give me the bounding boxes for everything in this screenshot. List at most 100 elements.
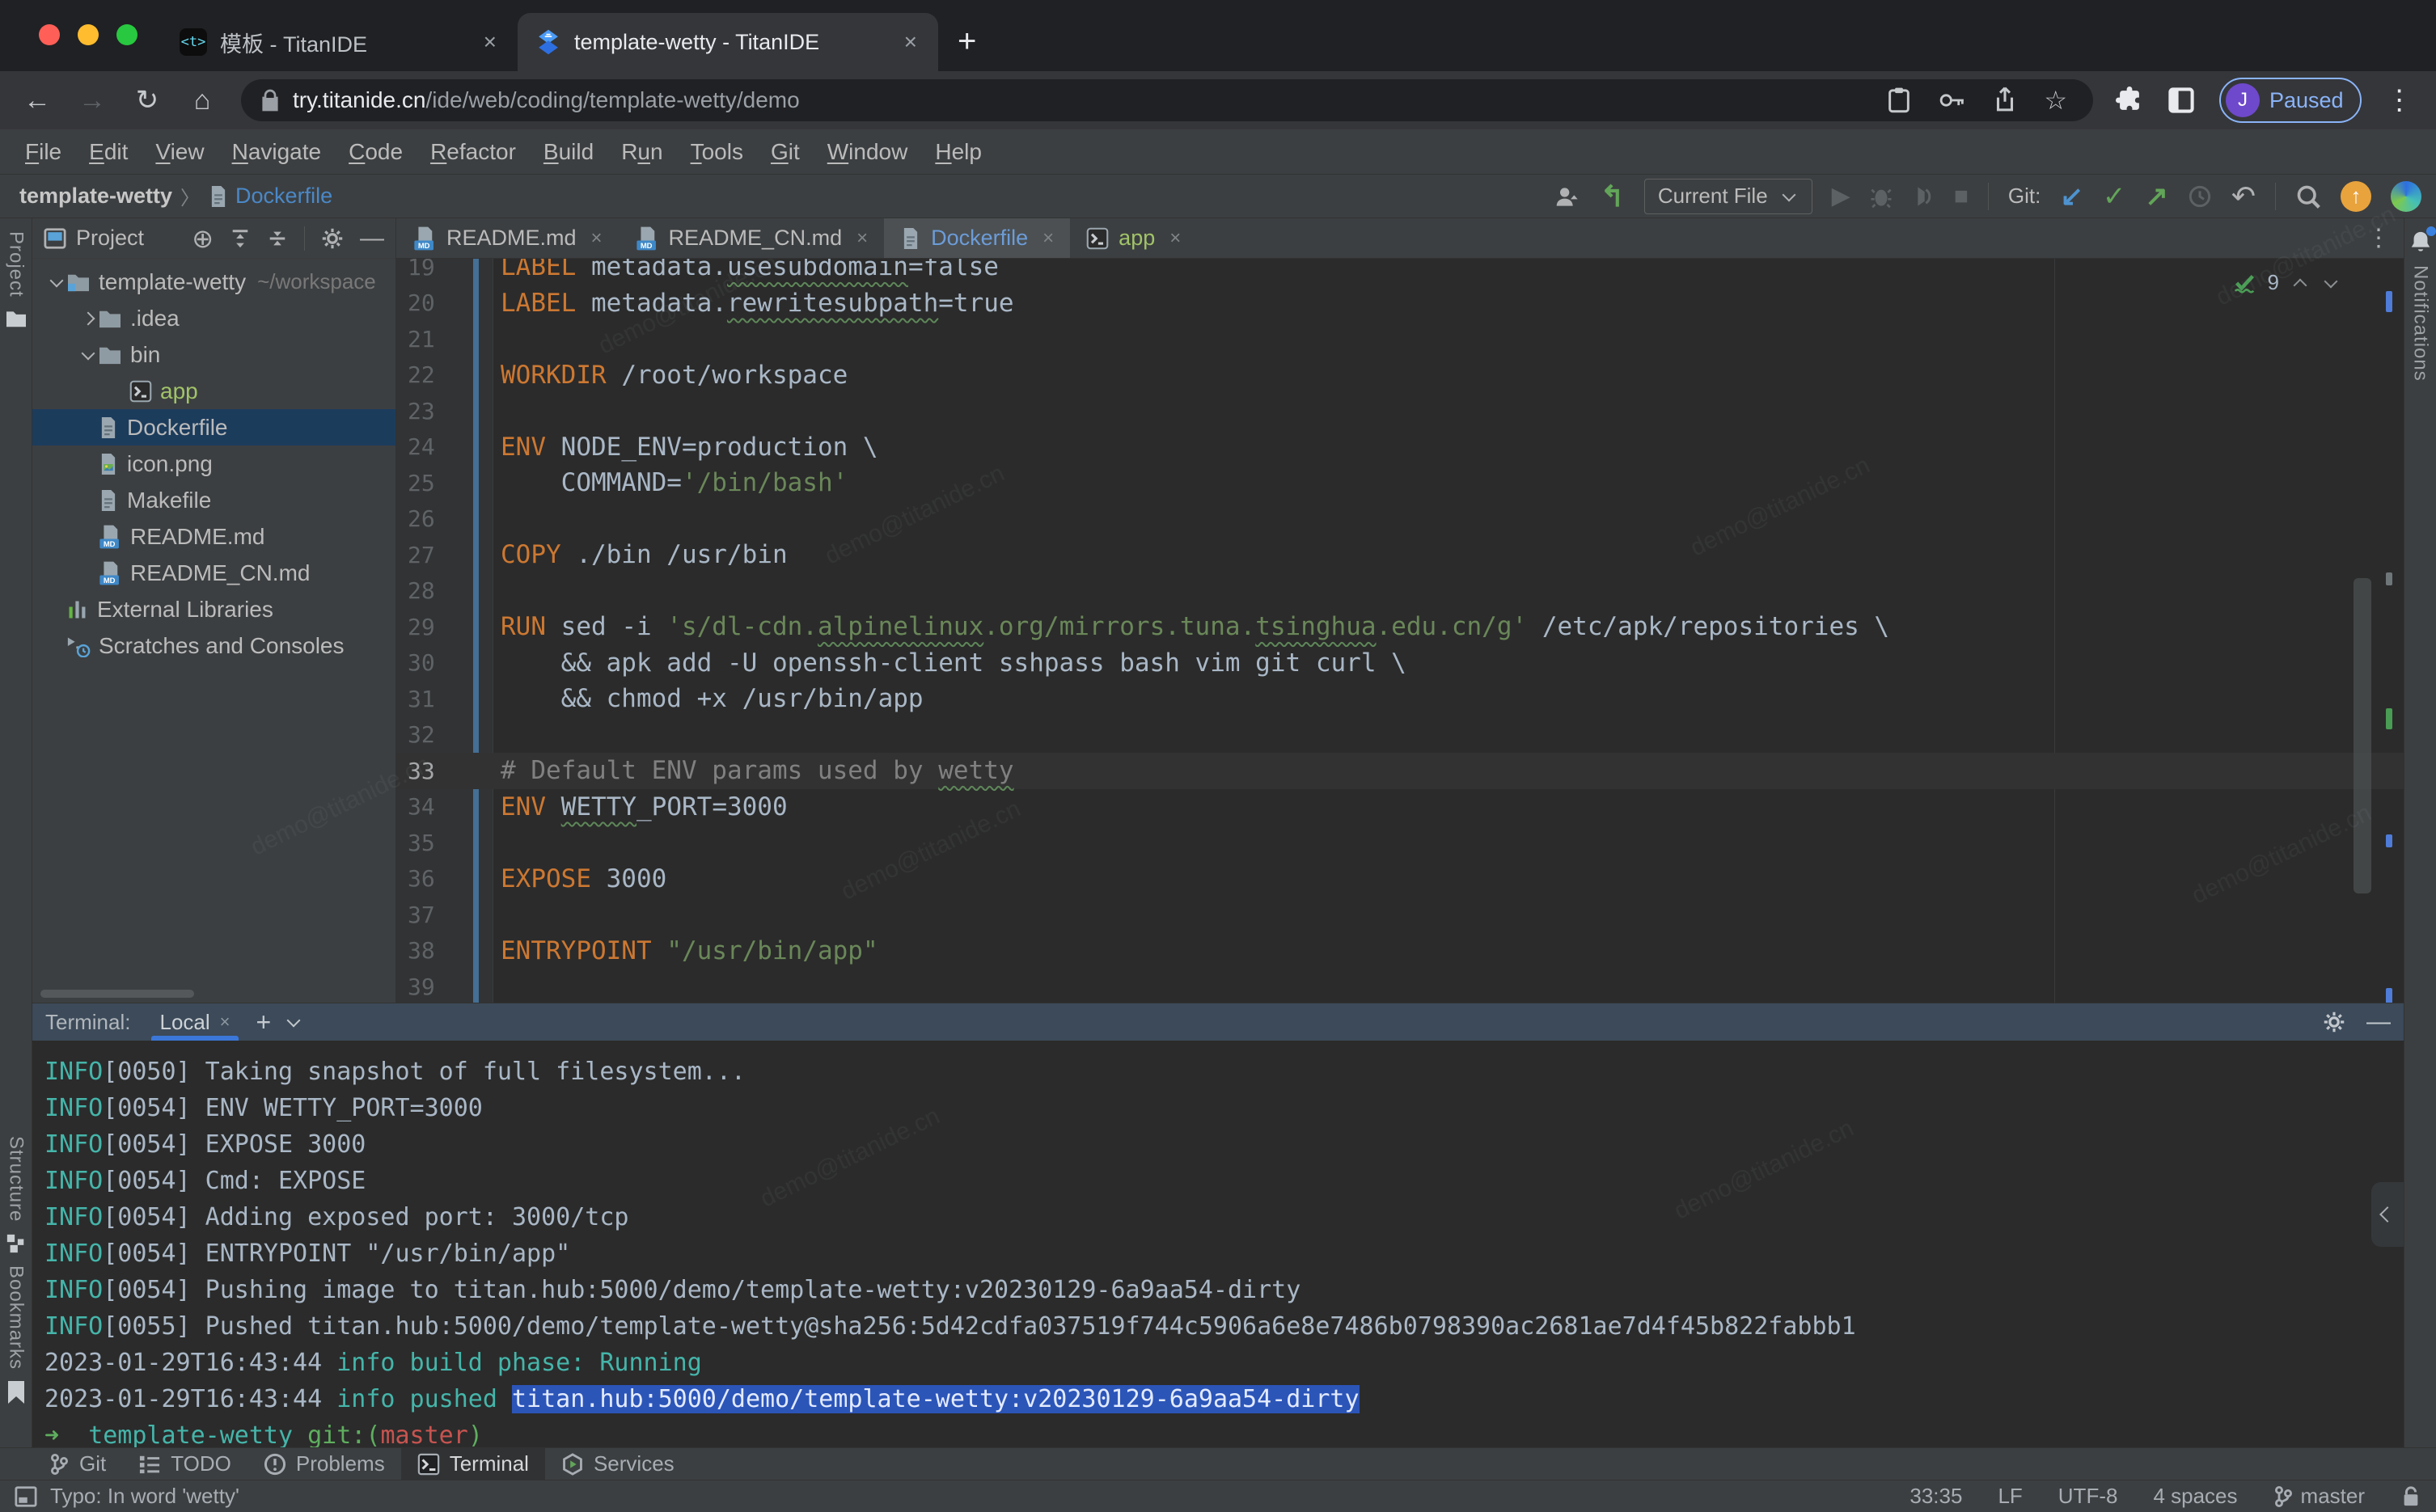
browser-tab-0[interactable]: <t>模板 - TitanIDE× [162,13,518,71]
code-line-37[interactable]: 37 [396,897,2404,933]
line-number[interactable]: 32 [396,721,493,748]
profile-settings-icon[interactable] [1554,184,1581,209]
terminal-tab-local[interactable]: Local × [151,1003,238,1041]
line-number[interactable]: 39 [396,974,493,1000]
close-editor-tab-icon[interactable]: × [1169,227,1181,250]
code-line-30[interactable]: 30 && apk add -U openssh-client sshpass … [396,645,2404,682]
line-number[interactable]: 30 [396,649,493,676]
toolwindow-notifications-label[interactable]: Notifications [2409,265,2432,382]
git-update-icon[interactable]: ↙ [2060,180,2083,213]
inspections-widget[interactable]: 9 [2232,270,2341,295]
next-problem-icon[interactable] [2324,274,2338,288]
url-text[interactable]: try.titanide.cn/ide/web/coding/template-… [293,87,800,113]
terminal-settings-gear-icon[interactable] [2323,1011,2345,1033]
window-controls[interactable] [39,24,137,45]
home-icon[interactable]: ⌂ [186,85,218,116]
chevron-right-icon[interactable] [82,311,95,325]
line-number[interactable]: 19 [396,259,493,281]
collapse-all-icon[interactable] [267,228,288,249]
structure-icon[interactable] [6,1233,27,1254]
undo-icon[interactable]: ↶ [2231,179,2256,213]
back-icon[interactable]: ← [21,85,53,116]
close-editor-tab-icon[interactable]: × [856,227,868,250]
share-icon[interactable] [1994,87,2016,114]
code-line-31[interactable]: 31 && chmod +x /usr/bin/app [396,681,2404,717]
close-window-button[interactable] [39,24,60,45]
collapse-panel-handle[interactable] [2371,1182,2404,1247]
error-stripe-mark[interactable] [2386,708,2392,729]
close-tab-icon[interactable]: × [484,29,497,55]
chevron-down-icon[interactable] [50,273,64,287]
line-number[interactable]: 26 [396,505,493,532]
tree-item-readme.md[interactable]: MDREADME.md [32,518,395,555]
password-key-icon[interactable] [1939,90,1966,111]
line-number[interactable]: 34 [396,793,493,820]
code-line-19[interactable]: 19LABEL metadata.usesubdomain=false [396,259,2404,285]
side-panel-icon[interactable] [2167,87,2195,114]
minimize-window-button[interactable] [78,24,99,45]
menu-edit[interactable]: Edit [75,139,142,165]
git-push-icon[interactable]: ↗ [2145,180,2168,213]
code-line-32[interactable]: 32 [396,717,2404,754]
tree-item-.idea[interactable]: .idea [32,300,395,336]
line-number[interactable]: 27 [396,542,493,568]
toolwindow-bookmarks-label[interactable]: Bookmarks [5,1265,27,1370]
git-branch-widget[interactable]: master [2273,1484,2365,1509]
code-line-22[interactable]: 22WORKDIR /root/workspace [396,357,2404,394]
expand-all-icon[interactable] [230,228,251,249]
caret-position[interactable]: 33:35 [1909,1484,1962,1509]
line-number[interactable]: 28 [396,577,493,604]
menu-file[interactable]: File [11,139,75,165]
run-coverage-icon[interactable] [1912,184,1935,209]
menu-git[interactable]: Git [757,139,814,165]
menu-code[interactable]: Code [335,139,417,165]
line-number[interactable]: 23 [396,398,493,424]
git-commit-icon[interactable]: ✓ [2103,180,2126,213]
tree-item-makefile[interactable]: Makefile [32,482,395,518]
run-icon[interactable]: ▶ [1832,182,1850,210]
line-number[interactable]: 36 [396,865,493,892]
line-number[interactable]: 21 [396,326,493,353]
error-stripe-mark[interactable] [2386,291,2392,312]
browser-tab-1[interactable]: template-wetty - TitanIDE× [518,13,938,71]
revert-arrow-icon[interactable]: ↰ [1601,179,1625,213]
tree-item-external-libraries[interactable]: External Libraries [32,591,395,627]
lock-open-icon[interactable] [2400,1485,2421,1508]
code-line-29[interactable]: 29RUN sed -i 's/dl-cdn.alpinelinux.org/m… [396,609,2404,645]
menu-view[interactable]: View [142,139,218,165]
close-editor-tab-icon[interactable]: × [591,227,603,250]
line-separator[interactable]: LF [1998,1484,2022,1509]
line-number[interactable]: 29 [396,614,493,640]
menu-navigate[interactable]: Navigate [218,139,336,165]
line-number[interactable]: 37 [396,902,493,928]
project-folder-icon[interactable] [5,309,27,328]
reload-icon[interactable]: ↻ [131,84,163,116]
line-number[interactable]: 25 [396,470,493,496]
line-number[interactable]: 20 [396,289,493,316]
clipboard-icon[interactable] [1887,87,1911,114]
editor-tab-readme.md[interactable]: MDREADME.md× [396,218,619,258]
line-number[interactable]: 35 [396,830,493,856]
code-line-24[interactable]: 24ENV NODE_ENV=production \ [396,429,2404,466]
close-terminal-tab-icon[interactable]: × [220,1012,230,1033]
panel-settings-gear-icon[interactable] [321,227,344,250]
statusbar-window-icon[interactable] [15,1486,37,1507]
run-configuration-select[interactable]: Current File [1644,179,1812,214]
search-everywhere-icon[interactable] [2295,184,2321,209]
error-stripe-mark[interactable] [2386,834,2392,847]
file-encoding[interactable]: UTF-8 [2058,1484,2118,1509]
code-line-35[interactable]: 35 [396,825,2404,861]
line-number[interactable]: 22 [396,361,493,388]
upgrade-icon[interactable]: ↑ [2341,181,2371,212]
code-line-25[interactable]: 25 COMMAND='/bin/bash' [396,465,2404,501]
indent-setting[interactable]: 4 spaces [2153,1484,2237,1509]
toolwindow-structure-label[interactable]: Structure [5,1136,27,1222]
toolwindow-button-services[interactable]: Services [545,1448,691,1480]
extensions-puzzle-icon[interactable] [2116,87,2143,114]
browser-menu-dots-icon[interactable]: ⋮ [2386,84,2413,116]
code-line-26[interactable]: 26 [396,501,2404,538]
menu-window[interactable]: Window [814,139,922,165]
menu-run[interactable]: Run [607,139,676,165]
editor-tab-app[interactable]: app× [1070,218,1197,258]
chevron-down-icon[interactable] [82,346,95,360]
